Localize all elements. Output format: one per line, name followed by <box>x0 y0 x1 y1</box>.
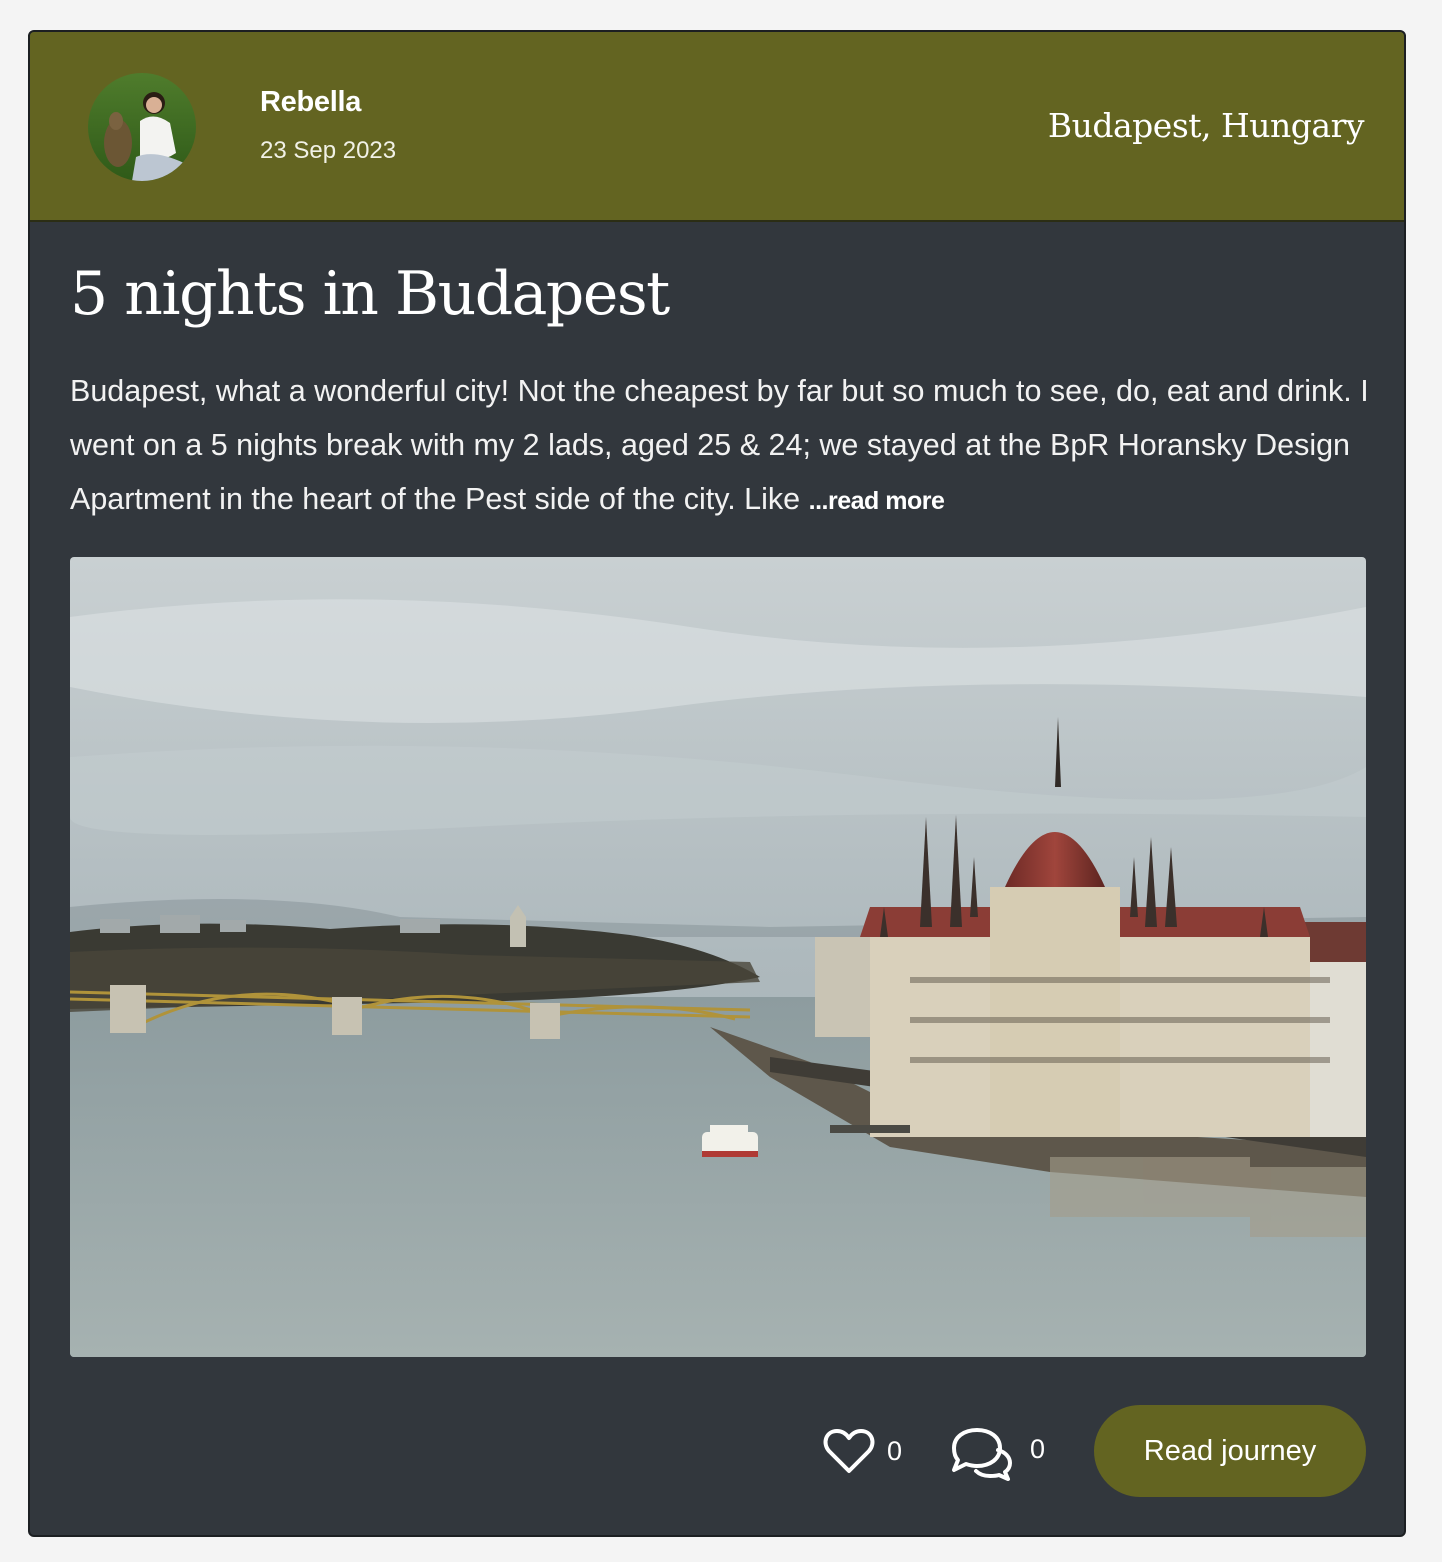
journey-title[interactable]: 5 nights in Budapest <box>70 264 670 324</box>
post-date: 23 Sep 2023 <box>260 137 397 164</box>
comment-button[interactable]: 0 <box>948 1426 1058 1482</box>
heart-icon <box>823 1429 875 1473</box>
journey-cover-photo[interactable] <box>70 557 1366 1357</box>
read-more-link[interactable]: ...read more <box>809 487 945 515</box>
comment-count: 0 <box>1030 1434 1046 1464</box>
location-label[interactable]: Budapest, Hungary <box>1048 106 1365 145</box>
journey-excerpt: Budapest, what a wonderful city! Not the… <box>70 364 1370 528</box>
journey-card[interactable]: Rebella 23 Sep 2023 Budapest, Hungary 5 … <box>28 30 1406 1537</box>
chat-bubbles-icon <box>952 1428 1012 1481</box>
card-actions: 0 0 Read journey <box>30 1402 1404 1502</box>
read-journey-button[interactable]: Read journey <box>1094 1405 1366 1497</box>
like-count: 0 <box>887 1436 903 1466</box>
card-header: Rebella 23 Sep 2023 Budapest, Hungary <box>30 32 1404 222</box>
author-avatar[interactable] <box>88 73 196 181</box>
author-name[interactable]: Rebella <box>260 86 361 119</box>
excerpt-text: Budapest, what a wonderful city! Not the… <box>70 374 1369 516</box>
like-button[interactable]: 0 <box>823 1428 913 1478</box>
